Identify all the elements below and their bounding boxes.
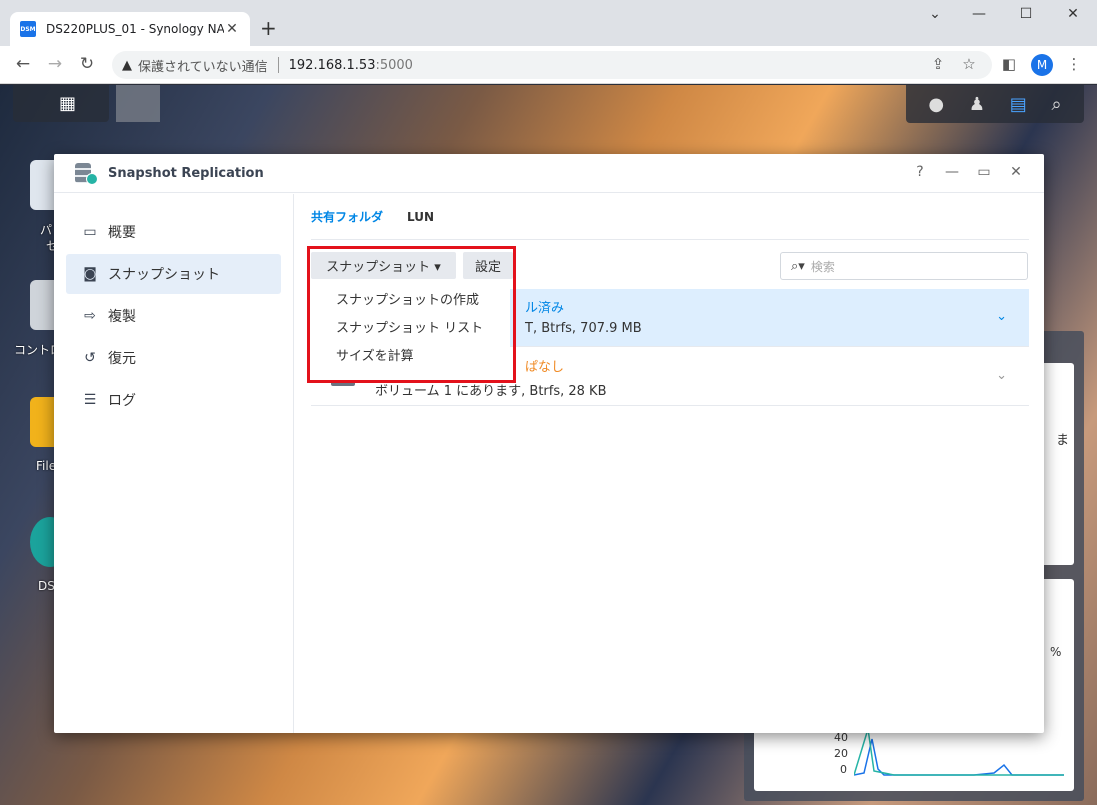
settings-button[interactable]: 設定	[463, 252, 513, 279]
profile-avatar[interactable]: M	[1031, 54, 1053, 76]
sidebar: ▭ 概要 ◙ スナップショット ⇨ 複製 ↺ 復元 ☰ ログ	[54, 194, 294, 733]
minimize-icon[interactable]: —	[942, 164, 962, 180]
close-icon[interactable]: ✕	[1058, 6, 1088, 26]
sidebar-item-overview[interactable]: ▭ 概要	[66, 212, 281, 252]
menu-item-create-snapshot[interactable]: スナップショットの作成	[310, 284, 510, 312]
forward-icon[interactable]: →	[44, 54, 66, 74]
sidebar-item-log[interactable]: ☰ ログ	[66, 380, 281, 420]
tab-bar: 共有フォルダ LUN	[311, 194, 1029, 240]
main-content: 共有フォルダ LUN スナップショット ▾ 設定 ⌕▾ 検索 ル済み T, Bt…	[295, 194, 1044, 733]
sidebar-item-replication[interactable]: ⇨ 複製	[66, 296, 281, 336]
snapshot-replication-icon	[74, 161, 98, 185]
row-detail: ボリューム 1 にあります, Btrfs, 28 KB	[375, 384, 607, 399]
tab-lun[interactable]: LUN	[407, 210, 434, 224]
chevron-down-icon[interactable]: ⌄	[996, 368, 1007, 383]
search-placeholder: 検索	[810, 259, 835, 274]
sidebar-item-label: 復元	[108, 351, 136, 367]
list-icon: ☰	[83, 392, 97, 408]
overview-icon: ▭	[83, 224, 97, 240]
taskbar-snapshot-app-icon[interactable]	[116, 85, 160, 122]
row-status: ル済み	[525, 301, 565, 316]
sidebar-item-label: 概要	[108, 225, 136, 241]
share-icon[interactable]: ⇪	[928, 55, 948, 73]
menu-item-snapshot-list[interactable]: スナップショット リスト	[310, 312, 510, 340]
widget-text: ま	[1056, 433, 1070, 448]
browser-tabstrip: DSM DS220PLUS_01 - Synology NAS ✕ + ⌄ — …	[0, 0, 1097, 46]
help-icon[interactable]: ?	[910, 164, 930, 180]
tab-shared-folder[interactable]: 共有フォルダ	[311, 208, 383, 225]
desktop-label: DS	[38, 579, 55, 593]
widgets-icon[interactable]: ▤	[1010, 94, 1027, 115]
star-icon[interactable]: ☆	[959, 55, 979, 73]
sidebar-item-label: 複製	[108, 309, 136, 325]
main-menu-icon[interactable]: ▦	[59, 93, 76, 114]
new-tab-icon[interactable]: +	[260, 16, 277, 40]
row-status: ぱなし	[525, 360, 565, 375]
sidebar-item-label: ログ	[108, 393, 136, 409]
snapshot-replication-window: Snapshot Replication ? — ▭ ✕ ▭ 概要 ◙ スナップ…	[54, 154, 1044, 733]
search-icon[interactable]: ⌕	[1052, 94, 1062, 115]
taskbar-left: ▦	[13, 85, 109, 122]
browser-toolbar: ← → ↻ ▲ 保護されていない通信 192.168.1.53:5000 ⇪ ☆…	[0, 46, 1097, 84]
menu-item-calculate-size[interactable]: サイズを計算	[310, 340, 510, 368]
back-icon[interactable]: ←	[12, 54, 34, 74]
address-bar[interactable]: ▲ 保護されていない通信 192.168.1.53:5000	[112, 51, 992, 79]
search-icon: ⌕▾	[791, 258, 805, 274]
close-icon[interactable]: ✕	[1006, 164, 1026, 180]
snapshot-dropdown-button[interactable]: スナップショット ▾	[311, 252, 456, 279]
security-label[interactable]: 保護されていない通信	[138, 56, 268, 75]
dsm-favicon-icon: DSM	[20, 21, 36, 37]
window-titlebar[interactable]: Snapshot Replication ? — ▭ ✕	[54, 154, 1044, 193]
taskbar-right: ● ♟ ▤ ⌕	[906, 85, 1084, 123]
chart-tick-label: 20	[834, 747, 848, 760]
reload-icon[interactable]: ↻	[76, 54, 98, 74]
chat-icon[interactable]: ●	[928, 94, 944, 115]
window-title: Snapshot Replication	[108, 165, 264, 181]
desktop-label: パ	[40, 223, 53, 237]
snapshot-dropdown-menu: スナップショットの作成 スナップショット リスト サイズを計算	[310, 284, 510, 380]
url-text[interactable]: 192.168.1.53:5000	[289, 58, 413, 73]
user-icon[interactable]: ♟	[969, 94, 985, 115]
more-menu-icon[interactable]: ⋮	[1064, 55, 1084, 73]
minimize-icon[interactable]: —	[964, 6, 994, 26]
camera-icon: ◙	[83, 266, 97, 282]
tab-title: DS220PLUS_01 - Synology NAS	[46, 22, 224, 36]
sidebar-item-restore[interactable]: ↺ 復元	[66, 338, 281, 378]
side-panel-icon[interactable]: ◧	[999, 55, 1019, 73]
sidebar-item-label: スナップショット	[108, 267, 220, 283]
chevron-down-icon[interactable]: ⌄	[996, 309, 1007, 324]
search-input[interactable]: ⌕▾ 検索	[780, 252, 1028, 280]
sidebar-item-snapshots[interactable]: ◙ スナップショット	[66, 254, 281, 294]
replication-icon: ⇨	[84, 308, 96, 324]
browser-tab[interactable]: DSM DS220PLUS_01 - Synology NAS ✕	[10, 12, 250, 46]
warning-icon[interactable]: ▲	[122, 58, 132, 73]
row-detail: T, Btrfs, 707.9 MB	[525, 321, 642, 336]
chevron-down-icon[interactable]: ⌄	[920, 6, 950, 26]
divider	[277, 57, 279, 73]
widget-text: %	[1050, 645, 1062, 659]
maximize-icon[interactable]: ▭	[974, 164, 994, 180]
maximize-icon[interactable]: ☐	[1011, 6, 1041, 26]
chart-tick-label: 0	[840, 763, 847, 776]
tab-close-icon[interactable]: ✕	[224, 21, 240, 37]
history-icon: ↺	[84, 350, 96, 366]
